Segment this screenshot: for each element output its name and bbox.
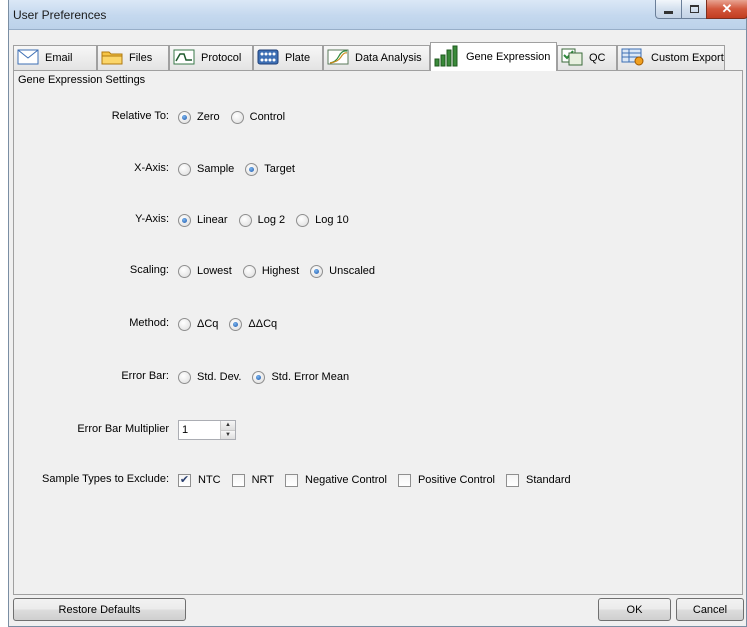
relative-to-row: Relative To: Zero Control bbox=[14, 107, 296, 127]
user-preferences-window: User Preferences ✕ Email Files Protocol bbox=[8, 0, 747, 627]
tab-data-analysis[interactable]: Data Analysis bbox=[323, 45, 430, 70]
error-bar-multiplier-stepper[interactable]: ▲ ▼ bbox=[178, 420, 236, 440]
tab-protocol[interactable]: Protocol bbox=[169, 45, 253, 70]
error-bar-row: Error Bar: Std. Dev. Std. Error Mean bbox=[14, 367, 360, 387]
error-bar-multiplier-label: Error Bar Multiplier bbox=[77, 423, 169, 435]
y-axis-label: Y-Axis: bbox=[135, 213, 169, 225]
title-bar[interactable]: User Preferences ✕ bbox=[9, 0, 747, 30]
x-axis-row: X-Axis: Sample Target bbox=[14, 159, 306, 179]
tab-label: Protocol bbox=[201, 52, 242, 64]
tab-label: Plate bbox=[285, 52, 311, 64]
minimize-icon bbox=[664, 10, 673, 14]
y-axis-log2-radio[interactable]: Log 2 bbox=[238, 213, 285, 227]
exclude-positive-control-checkbox[interactable]: Positive Control bbox=[397, 473, 495, 487]
close-icon: ✕ bbox=[721, 1, 733, 16]
tab-gene-expression[interactable]: Gene Expression bbox=[430, 42, 557, 71]
maximize-icon bbox=[689, 5, 699, 13]
scaling-highest-radio[interactable]: Highest bbox=[242, 264, 299, 278]
qc-checklist-icon bbox=[561, 48, 583, 69]
exclude-nrt-checkbox[interactable]: NRT bbox=[231, 473, 274, 487]
scaling-label: Scaling: bbox=[129, 264, 169, 276]
tab-label: QC bbox=[589, 52, 606, 64]
relative-to-zero-radio[interactable]: Zero bbox=[178, 110, 220, 124]
protocol-curve-icon bbox=[173, 49, 195, 68]
check-icon: ✔ bbox=[178, 473, 191, 487]
data-analysis-icon bbox=[327, 49, 349, 68]
window-title: User Preferences bbox=[13, 8, 107, 22]
method-row: Method: ΔCq ΔΔCq bbox=[14, 314, 288, 334]
tab-custom-export[interactable]: Custom Export bbox=[617, 45, 725, 70]
error-bar-sem-radio[interactable]: Std. Error Mean bbox=[252, 370, 349, 384]
x-axis-sample-radio[interactable]: Sample bbox=[178, 162, 234, 176]
y-axis-linear-radio[interactable]: Linear bbox=[178, 213, 228, 227]
error-bar-label: Error Bar: bbox=[121, 370, 169, 382]
tab-label: Gene Expression bbox=[466, 51, 551, 63]
minimize-button[interactable] bbox=[655, 0, 682, 19]
plate-grid-icon bbox=[257, 49, 279, 68]
method-label: Method: bbox=[129, 317, 169, 329]
arrow-down-icon: ▼ bbox=[225, 431, 231, 438]
error-bar-stddev-radio[interactable]: Std. Dev. bbox=[178, 370, 241, 384]
exclude-negative-control-checkbox[interactable]: Negative Control bbox=[285, 473, 387, 487]
exclude-standard-checkbox[interactable]: Standard bbox=[506, 473, 571, 487]
envelope-icon bbox=[17, 49, 39, 68]
bar-chart-icon bbox=[434, 45, 460, 70]
exclude-ntc-checkbox[interactable]: ✔ NTC bbox=[178, 473, 221, 487]
group-title: Gene Expression Settings bbox=[17, 74, 147, 86]
scaling-lowest-radio[interactable]: Lowest bbox=[178, 264, 232, 278]
export-table-icon bbox=[621, 48, 645, 69]
tab-label: Custom Export bbox=[651, 52, 724, 64]
scaling-row: Scaling: Lowest Highest Unscaled bbox=[14, 261, 386, 281]
tab-label: Email bbox=[45, 52, 73, 64]
tab-label: Files bbox=[129, 52, 153, 64]
error-bar-multiplier-input[interactable] bbox=[179, 421, 220, 439]
cancel-button[interactable]: Cancel bbox=[676, 598, 744, 621]
arrow-up-icon: ▲ bbox=[225, 422, 231, 429]
exclude-label: Sample Types to Exclude: bbox=[42, 473, 169, 485]
tab-qc[interactable]: QC bbox=[557, 45, 617, 70]
y-axis-row: Y-Axis: Linear Log 2 Log 10 bbox=[14, 210, 360, 230]
tab-strip: Email Files Protocol Plate Data Analysis… bbox=[13, 42, 743, 71]
y-axis-log10-radio[interactable]: Log 10 bbox=[296, 213, 349, 227]
folder-icon bbox=[101, 49, 123, 68]
tab-files[interactable]: Files bbox=[97, 45, 169, 70]
method-ddcq-radio[interactable]: ΔΔCq bbox=[229, 317, 277, 331]
tab-plate[interactable]: Plate bbox=[253, 45, 323, 70]
tab-email[interactable]: Email bbox=[13, 45, 97, 70]
spin-down-button[interactable]: ▼ bbox=[221, 430, 235, 439]
x-axis-label: X-Axis: bbox=[134, 162, 169, 174]
relative-to-control-radio[interactable]: Control bbox=[230, 110, 285, 124]
maximize-button[interactable] bbox=[681, 0, 707, 19]
restore-defaults-button[interactable]: Restore Defaults bbox=[13, 598, 186, 621]
gene-expression-panel: Gene Expression Settings Relative To: Ze… bbox=[13, 70, 743, 595]
spin-up-button[interactable]: ▲ bbox=[221, 421, 235, 431]
close-button[interactable]: ✕ bbox=[706, 0, 747, 19]
method-dcq-radio[interactable]: ΔCq bbox=[178, 317, 218, 331]
x-axis-target-radio[interactable]: Target bbox=[245, 162, 295, 176]
error-bar-multiplier-row: Error Bar Multiplier ▲ ▼ bbox=[14, 420, 236, 440]
tab-label: Data Analysis bbox=[355, 52, 422, 64]
ok-button[interactable]: OK bbox=[598, 598, 671, 621]
exclude-row: Sample Types to Exclude: ✔ NTC NRT Negati… bbox=[14, 470, 582, 490]
relative-to-label: Relative To: bbox=[111, 110, 169, 122]
scaling-unscaled-radio[interactable]: Unscaled bbox=[310, 264, 375, 278]
